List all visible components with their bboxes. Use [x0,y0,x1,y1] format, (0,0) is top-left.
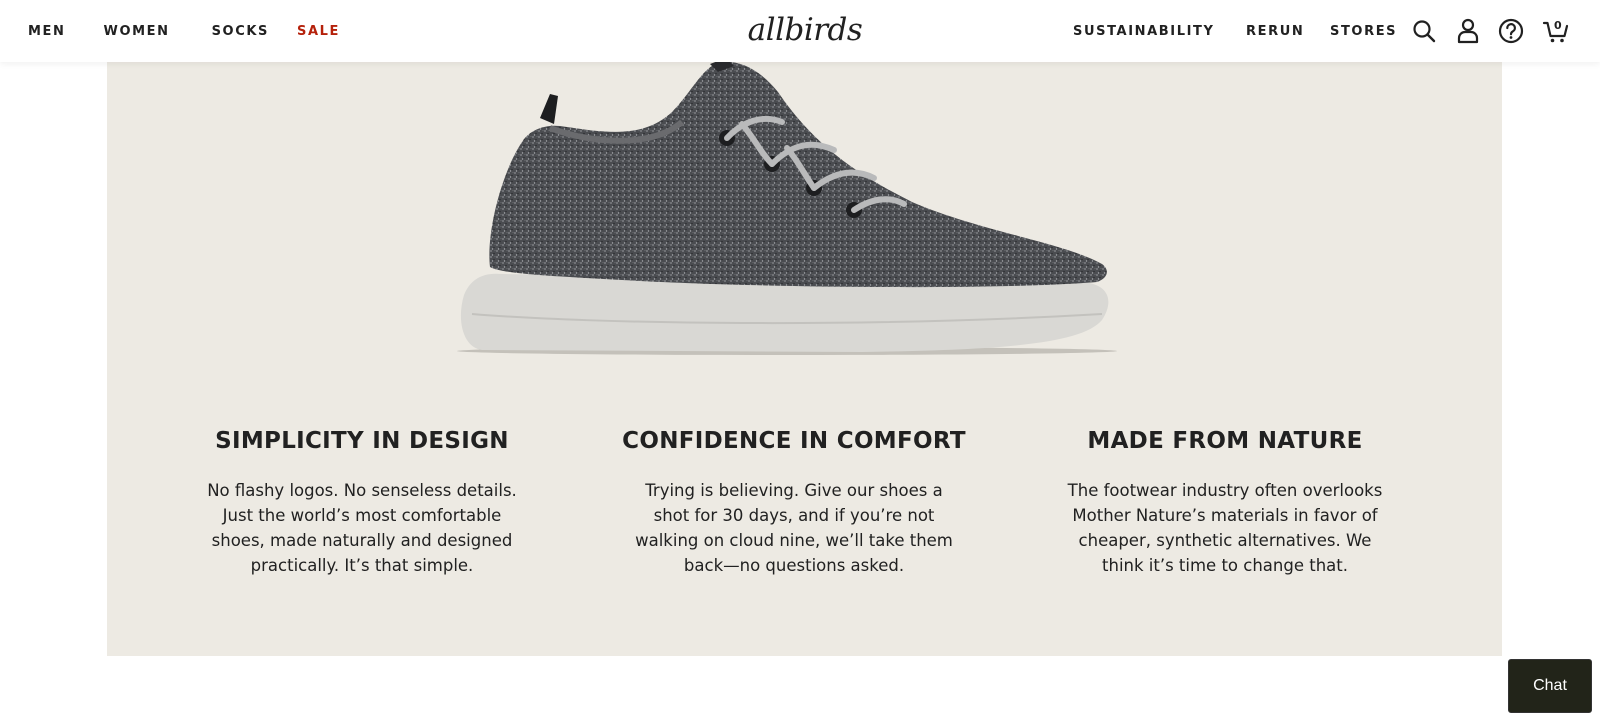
feature-nature: MADE FROM NATURE The footwear industry o… [1030,426,1420,578]
sneaker-image [457,58,1117,355]
account-icon[interactable] [1454,17,1482,45]
cart-count: 0 [1554,19,1562,32]
nav-sustainability[interactable]: SUSTAINABILITY [1073,24,1215,39]
nav-stores[interactable]: STORES [1330,24,1397,39]
feature-title: SIMPLICITY IN DESIGN [215,428,509,454]
nav-rerun[interactable]: RERUN [1246,24,1304,39]
chat-button[interactable]: Chat [1508,659,1592,713]
feature-comfort: CONFIDENCE IN COMFORT Trying is believin… [599,426,989,578]
cart-icon[interactable]: 0 [1542,17,1570,45]
feature-simplicity: SIMPLICITY IN DESIGN No flashy logos. No… [167,426,557,578]
nav-socks[interactable]: SOCKS [212,24,269,39]
search-icon[interactable] [1410,17,1438,45]
primary-nav: MEN WOMEN SOCKS SALE [28,0,340,62]
nav-men[interactable]: MEN [28,24,66,39]
nav-women[interactable]: WOMEN [104,24,170,39]
feature-title: MADE FROM NATURE [1087,428,1363,454]
nav-sale[interactable]: SALE [297,24,340,39]
feature-text: The footwear industry often overlooks Mo… [1067,481,1383,575]
brand-logo[interactable]: allbirds [748,8,863,52]
feature-title: CONFIDENCE IN COMFORT [622,428,966,454]
feature-text: Trying is believing. Give our shoes a sh… [635,481,953,575]
hero-panel: SIMPLICITY IN DESIGN No flashy logos. No… [107,58,1502,656]
help-icon[interactable] [1497,17,1525,45]
site-header: MEN WOMEN SOCKS SALE allbirds SUSTAINABI… [0,0,1600,62]
feature-text: No flashy logos. No senseless details. J… [207,481,517,575]
